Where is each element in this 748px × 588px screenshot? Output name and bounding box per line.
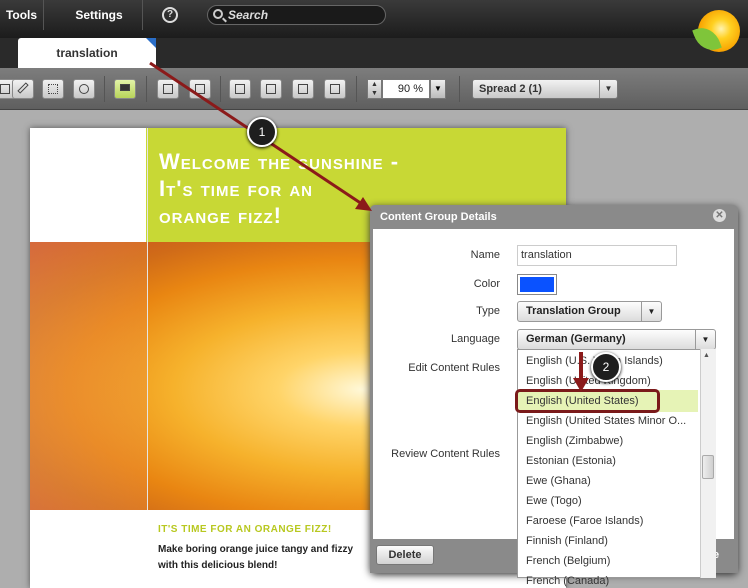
step-badge-2: 2: [591, 352, 621, 382]
annotation-arrows: [149, 61, 589, 392]
arrow-head-1: [355, 197, 372, 211]
arrow-head-2: [573, 378, 589, 392]
step-badge-1: 1: [247, 117, 277, 147]
